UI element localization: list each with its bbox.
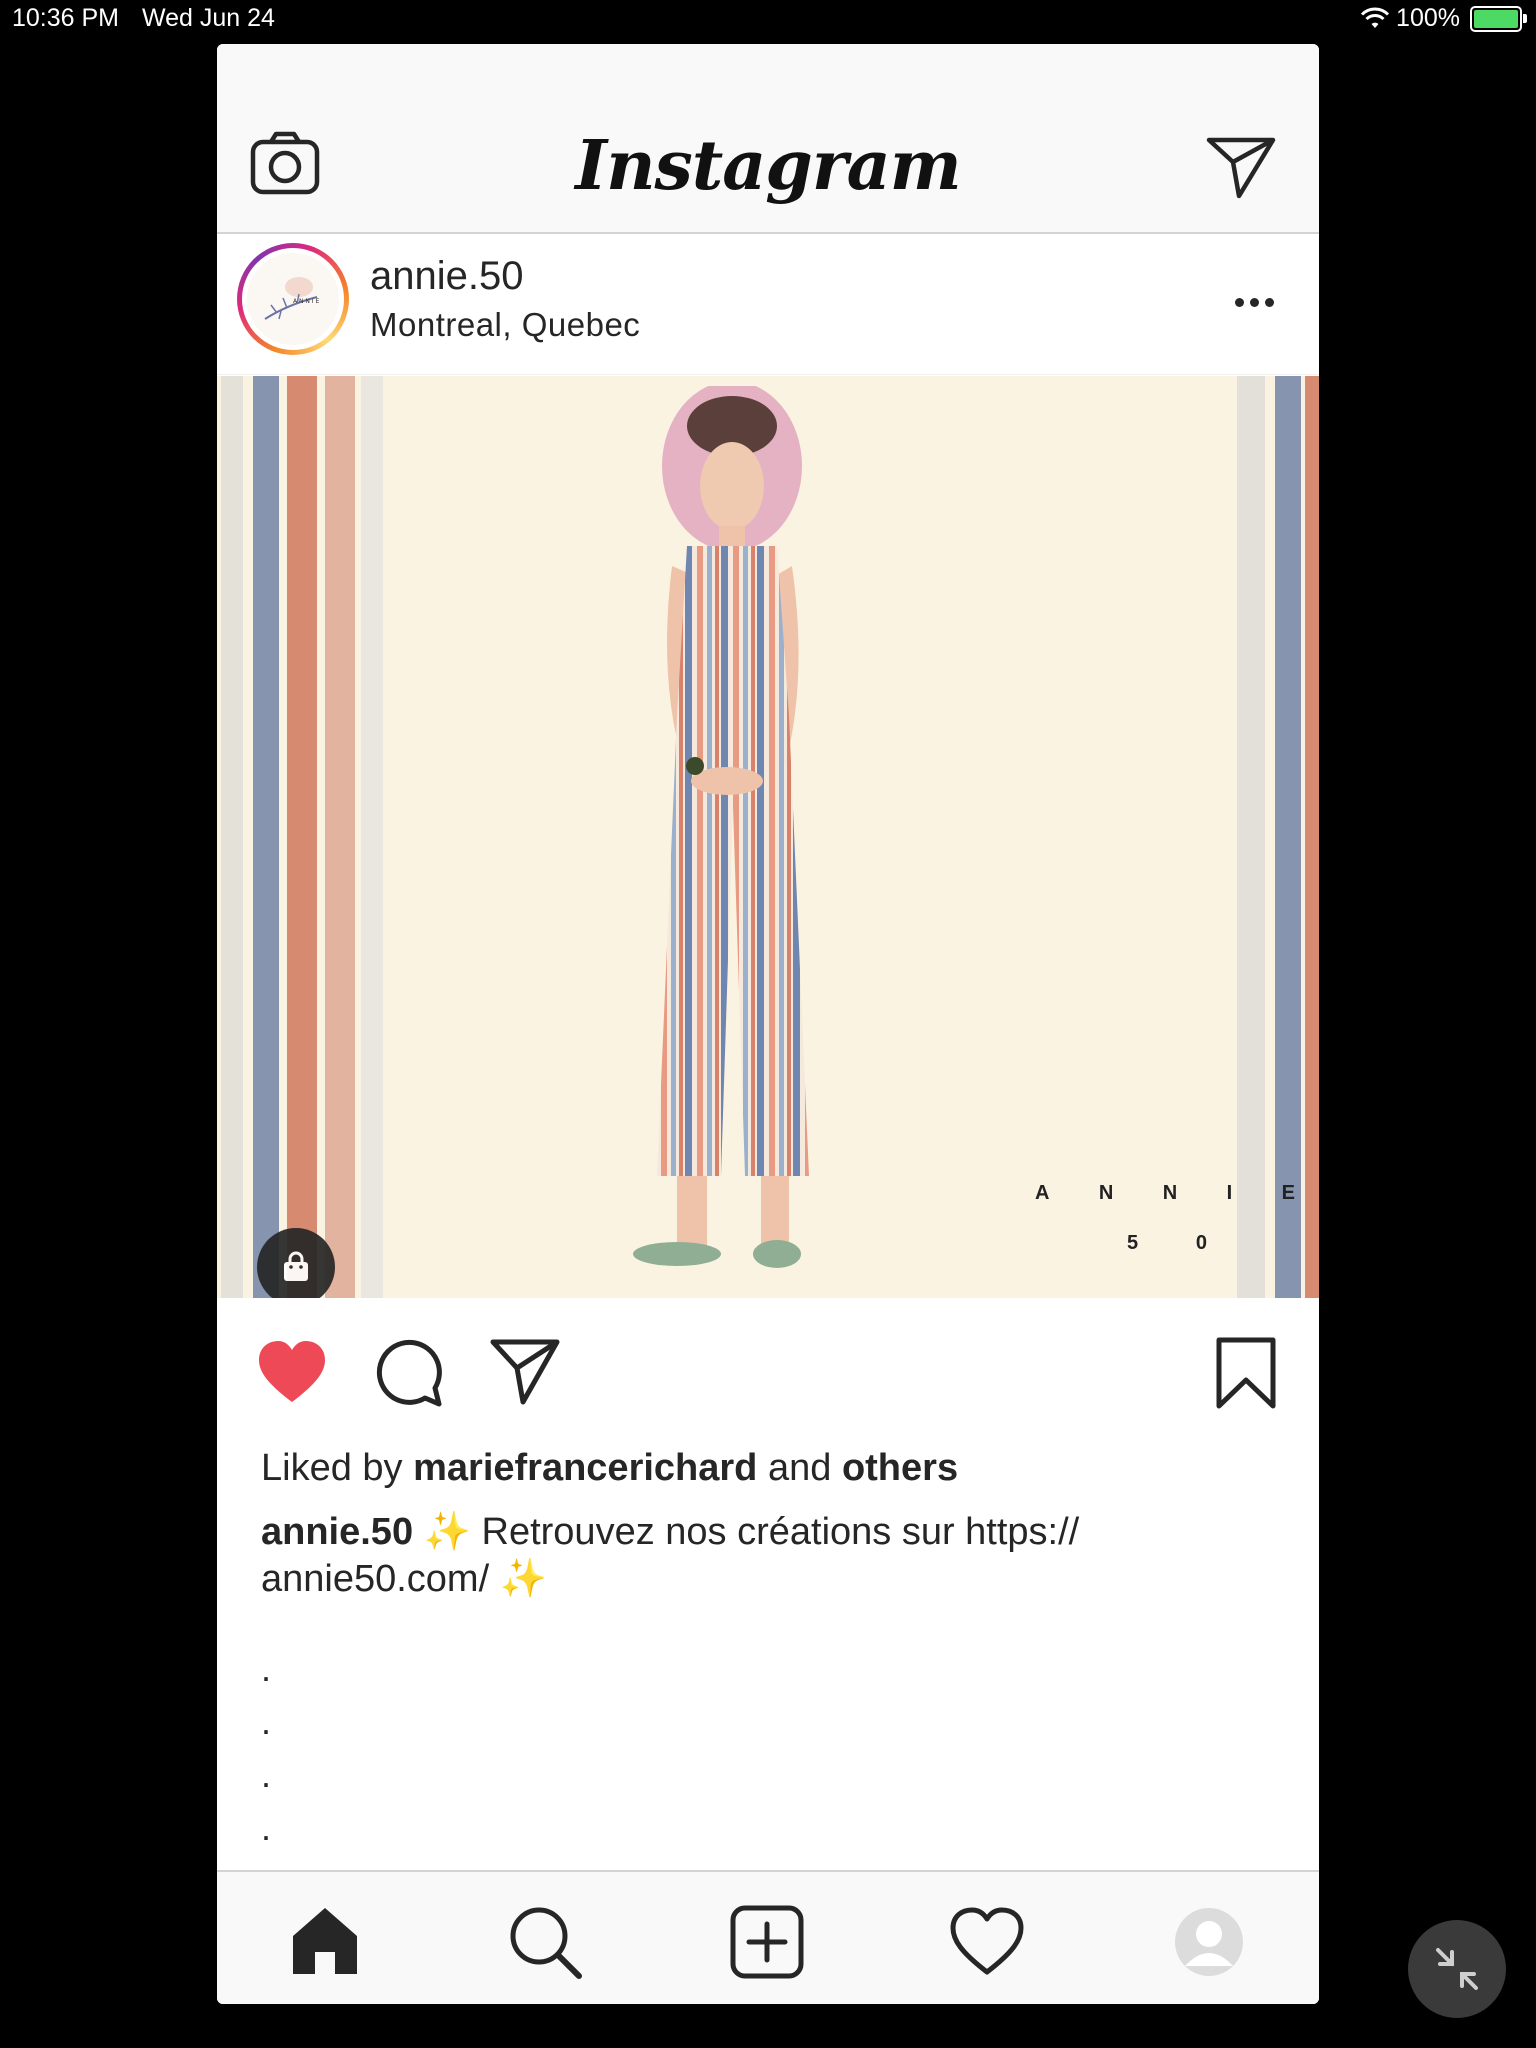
caption-dots: . . . . . bbox=[261, 1648, 272, 1901]
likes-line: Liked by mariefrancerichard and others bbox=[261, 1447, 959, 1489]
battery-percent: 100% bbox=[1396, 4, 1460, 32]
svg-text:A N N I E: A N N I E bbox=[293, 298, 319, 305]
share-paper-plane-icon[interactable] bbox=[487, 1336, 561, 1410]
wifi-icon bbox=[1360, 7, 1390, 28]
instagram-app: Instagram A N N I E annie.50 Montreal, Q… bbox=[217, 44, 1319, 2004]
top-nav-bar: Instagram bbox=[217, 44, 1319, 234]
post-username[interactable]: annie.50 bbox=[370, 254, 523, 299]
battery-icon bbox=[1470, 5, 1527, 32]
liked-by-others[interactable]: others bbox=[842, 1447, 958, 1489]
collapse-arrows-icon bbox=[1436, 1948, 1478, 1990]
shopping-bag-icon[interactable] bbox=[257, 1228, 335, 1298]
status-right: 100% bbox=[1360, 4, 1527, 33]
new-post-icon[interactable] bbox=[727, 1902, 807, 1982]
search-icon[interactable] bbox=[505, 1902, 585, 1982]
minimize-window-button[interactable] bbox=[1408, 1920, 1506, 2018]
paper-plane-icon[interactable] bbox=[1205, 134, 1277, 200]
comment-icon[interactable] bbox=[371, 1336, 445, 1410]
status-bar: 10:36 PM Wed Jun 24 100% bbox=[0, 0, 1536, 40]
brand-text-annie: A N N I E bbox=[1035, 1182, 1295, 1204]
status-time: 10:36 PM bbox=[12, 4, 120, 32]
camera-icon[interactable] bbox=[249, 128, 321, 200]
post-location[interactable]: Montreal, Quebec bbox=[370, 306, 640, 344]
avatar[interactable]: A N N I E bbox=[237, 243, 349, 355]
like-heart-icon[interactable] bbox=[255, 1336, 329, 1410]
post-image[interactable]: A N N I E 5 0 bbox=[217, 376, 1319, 1298]
brand-text-50: 5 0 bbox=[1127, 1232, 1207, 1254]
bookmark-icon[interactable] bbox=[1209, 1336, 1283, 1410]
post-header: A N N I E annie.50 Montreal, Quebec bbox=[217, 234, 1319, 375]
instagram-logo[interactable]: Instagram bbox=[568, 126, 968, 206]
avatar-image: A N N I E bbox=[247, 253, 339, 345]
profile-icon[interactable] bbox=[1169, 1902, 1249, 1982]
status-date: Wed Jun 24 bbox=[142, 4, 275, 32]
caption-username[interactable]: annie.50 bbox=[261, 1511, 413, 1553]
bottom-tab-bar bbox=[217, 1870, 1319, 2004]
model-figure bbox=[633, 386, 809, 1268]
liked-by-user[interactable]: mariefrancerichard bbox=[413, 1447, 757, 1489]
home-icon[interactable] bbox=[285, 1902, 365, 1982]
branch-logo-icon: A N N I E bbox=[264, 277, 319, 320]
more-options-icon[interactable] bbox=[1235, 290, 1285, 314]
activity-heart-icon[interactable] bbox=[947, 1902, 1027, 1982]
post-caption: annie.50 ✨ Retrouvez nos créations sur h… bbox=[261, 1509, 1261, 1603]
post-actions bbox=[217, 1300, 1319, 1430]
